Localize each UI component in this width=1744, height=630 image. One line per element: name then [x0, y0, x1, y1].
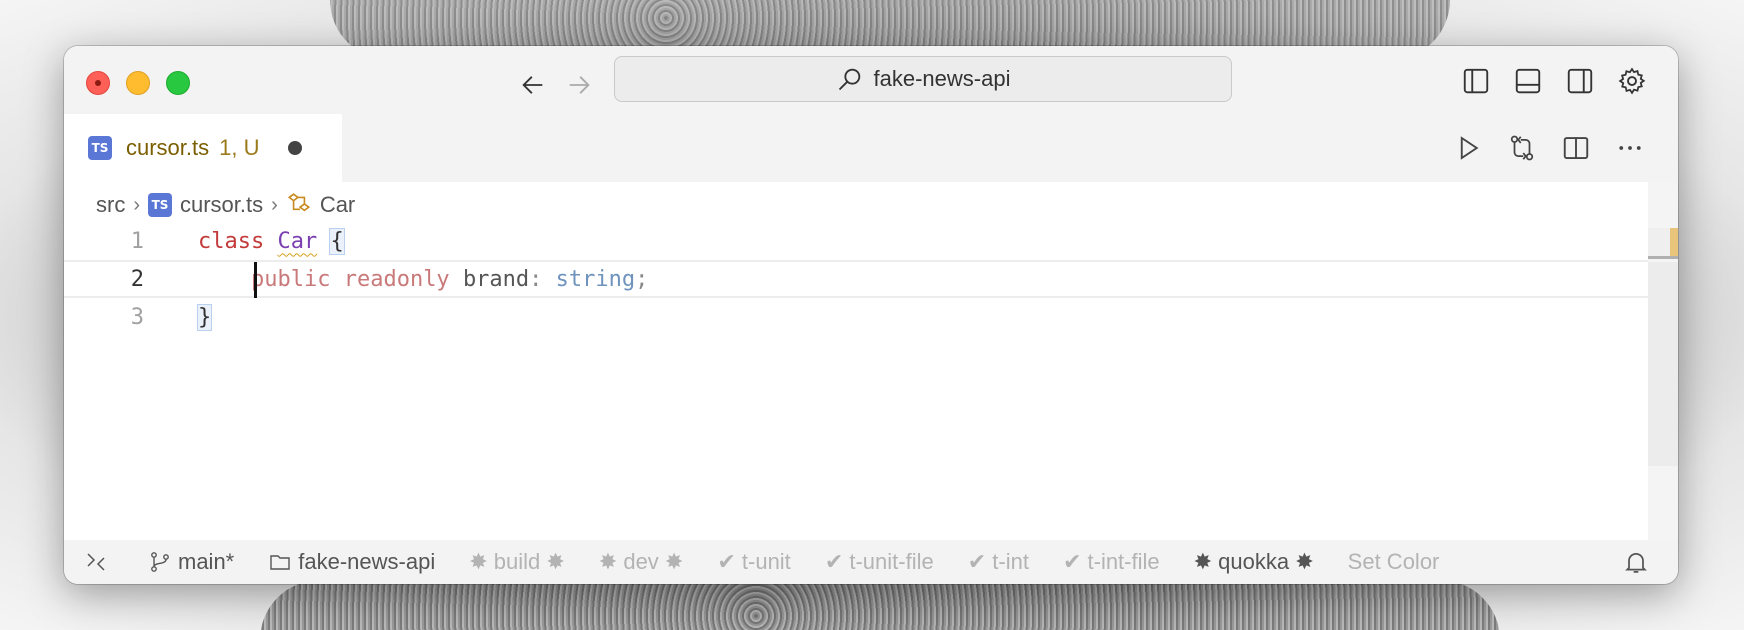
brace-token: { [329, 227, 345, 255]
task-t-unit[interactable]: ✔ t-unit [717, 549, 790, 575]
modifier-token: readonly [343, 266, 450, 292]
editor-scrollbar[interactable] [1648, 182, 1678, 540]
gear-icon [1618, 67, 1646, 95]
split-editor-button[interactable] [1558, 130, 1594, 166]
cursor-position-marker [1648, 256, 1678, 259]
class-name-token: Car [277, 228, 318, 254]
branch-label: main* [178, 549, 235, 574]
unsaved-changes-dot-icon[interactable] [287, 141, 302, 155]
remote-icon [87, 553, 105, 571]
run-button[interactable] [1450, 130, 1486, 166]
remote-indicator[interactable] [84, 550, 108, 574]
vscode-window: fake-news-api TS cursor.ts 1, U src › TS… [64, 46, 1678, 584]
editor-area[interactable]: src › TS cursor.ts › Car 1 class Car { 2… [64, 182, 1648, 540]
toggle-panel-icon [1515, 68, 1541, 94]
minimize-window-button[interactable] [126, 71, 150, 95]
brace-token: } [196, 303, 213, 331]
line-number: 1 [130, 228, 144, 254]
go-back-button[interactable] [516, 68, 550, 102]
text-cursor [254, 262, 257, 298]
chevron-right-icon: › [133, 193, 140, 216]
set-color-button[interactable]: Set Color [1348, 549, 1440, 575]
zoom-window-button[interactable] [166, 71, 190, 95]
type-token: string [555, 266, 636, 292]
line-content: class Car { [198, 227, 345, 255]
settings-button[interactable] [1614, 63, 1650, 99]
split-editor-icon [1563, 137, 1589, 159]
go-forward-button[interactable] [562, 68, 596, 102]
toggle-primary-sidebar-icon [1463, 68, 1489, 94]
command-center-label: fake-news-api [873, 66, 1011, 91]
keyword-token: class [198, 228, 265, 254]
modifier-token: public [250, 266, 331, 292]
semicolon-token: ; [635, 266, 649, 292]
tab-title: cursor.ts [126, 135, 210, 160]
line-content: public readonly brand: string; [198, 267, 648, 292]
symbol-class-icon [287, 193, 310, 212]
breadcrumb-file[interactable]: cursor.ts [180, 192, 263, 218]
branch-indicator[interactable]: main* [148, 549, 234, 575]
folder-indicator[interactable]: fake-news-api [268, 549, 435, 575]
identifier-token: brand [462, 266, 530, 292]
task-dev[interactable]: ✸ dev ✸ [599, 549, 684, 575]
more-actions-button[interactable] [1612, 130, 1648, 166]
scroll-thumb[interactable] [1648, 262, 1678, 466]
command-center-search[interactable]: fake-news-api [614, 56, 1232, 102]
toggle-secondary-sidebar-icon [1567, 68, 1593, 94]
close-window-button[interactable] [86, 71, 110, 95]
arrow-right-icon [569, 76, 590, 94]
arrow-left-icon [522, 76, 543, 94]
task-quokka[interactable]: ✸ quokka ✸ [1194, 549, 1314, 575]
toggle-primary-sidebar-button[interactable] [1458, 63, 1494, 99]
bell-icon[interactable] [1622, 548, 1650, 576]
breadcrumb-folder[interactable]: src [96, 192, 125, 218]
tab-status: 1, U [219, 135, 260, 160]
typescript-file-icon: TS [88, 136, 112, 160]
folder-label: fake-news-api [298, 549, 436, 574]
scroll-overview-marker [1648, 228, 1670, 256]
code-line-2[interactable]: 2 public readonly brand: string; [64, 260, 1648, 298]
folder-icon [270, 555, 290, 570]
background-tree-bottom [260, 580, 1500, 630]
search-icon [838, 68, 860, 91]
more-icon [1619, 146, 1641, 150]
toggle-panel-button[interactable] [1510, 63, 1546, 99]
git-branch-icon [151, 552, 169, 572]
code-line-1[interactable]: 1 class Car { [64, 222, 1648, 260]
warning-marker [1670, 228, 1678, 256]
editor-actions [1450, 130, 1648, 166]
line-content: } [196, 303, 213, 331]
run-icon [1460, 136, 1479, 160]
task-t-int-file[interactable]: ✔ t-int-file [1063, 549, 1160, 575]
code-lines: 1 class Car { 2 public readonly brand: s… [64, 222, 1648, 336]
task-build[interactable]: ✸ build ✸ [469, 549, 565, 575]
line-number: 3 [130, 304, 144, 330]
toggle-secondary-sidebar-button[interactable] [1562, 63, 1598, 99]
code-line-3[interactable]: 3 } [64, 298, 1648, 336]
title-bar: fake-news-api [64, 46, 1678, 114]
compare-changes-icon [1510, 135, 1534, 161]
typescript-file-icon: TS [148, 193, 172, 217]
breadcrumb-symbol[interactable]: Car [320, 192, 355, 218]
compare-changes-button[interactable] [1504, 130, 1540, 166]
breadcrumb: src › TS cursor.ts › Car [96, 188, 355, 222]
line-number: 2 [130, 266, 144, 292]
tab-cursor-ts[interactable]: TS cursor.ts 1, U [64, 114, 342, 182]
status-bar: main* fake-news-api ✸ build ✸ ✸ dev ✸ ✔ … [64, 540, 1678, 584]
task-t-unit-file[interactable]: ✔ t-unit-file [825, 549, 934, 575]
task-t-int[interactable]: ✔ t-int [968, 549, 1029, 575]
tab-bar: TS cursor.ts 1, U [64, 114, 1678, 182]
chevron-right-icon: › [271, 193, 278, 216]
colon-token: : [529, 266, 543, 292]
